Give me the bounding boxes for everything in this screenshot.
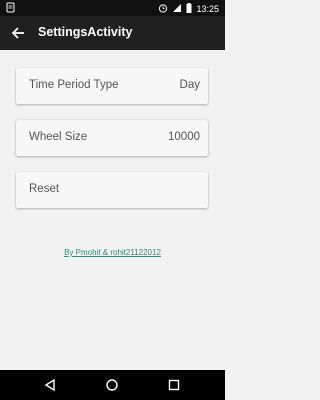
navigation-bar (0, 370, 225, 400)
app-bar: SettingsActivity (0, 16, 225, 50)
setting-time-period-type[interactable]: Time Period Type Day (16, 68, 208, 104)
setting-label: Reset (29, 183, 60, 195)
back-triangle-icon[interactable] (42, 377, 58, 393)
setting-wheel-size[interactable]: Wheel Size 10000 (16, 120, 208, 156)
recents-square-icon[interactable] (166, 377, 182, 393)
battery-icon (186, 3, 192, 15)
notification-icon (6, 2, 15, 15)
status-clock: 13:25 (196, 4, 219, 14)
signal-icon (172, 3, 182, 15)
credit-link[interactable]: By Pmohit & rohit21122012 (0, 248, 225, 257)
setting-reset[interactable]: Reset (16, 172, 208, 208)
arrow-back-icon[interactable] (8, 23, 28, 43)
setting-value: 10000 (168, 131, 200, 143)
page-title: SettingsActivity (38, 25, 133, 39)
status-bar: 13:25 (0, 0, 225, 16)
setting-value: Day (179, 79, 200, 91)
home-circle-icon[interactable] (104, 377, 120, 393)
setting-label: Time Period Type (29, 79, 119, 91)
setting-label: Wheel Size (29, 131, 88, 143)
alarm-icon (158, 3, 168, 15)
